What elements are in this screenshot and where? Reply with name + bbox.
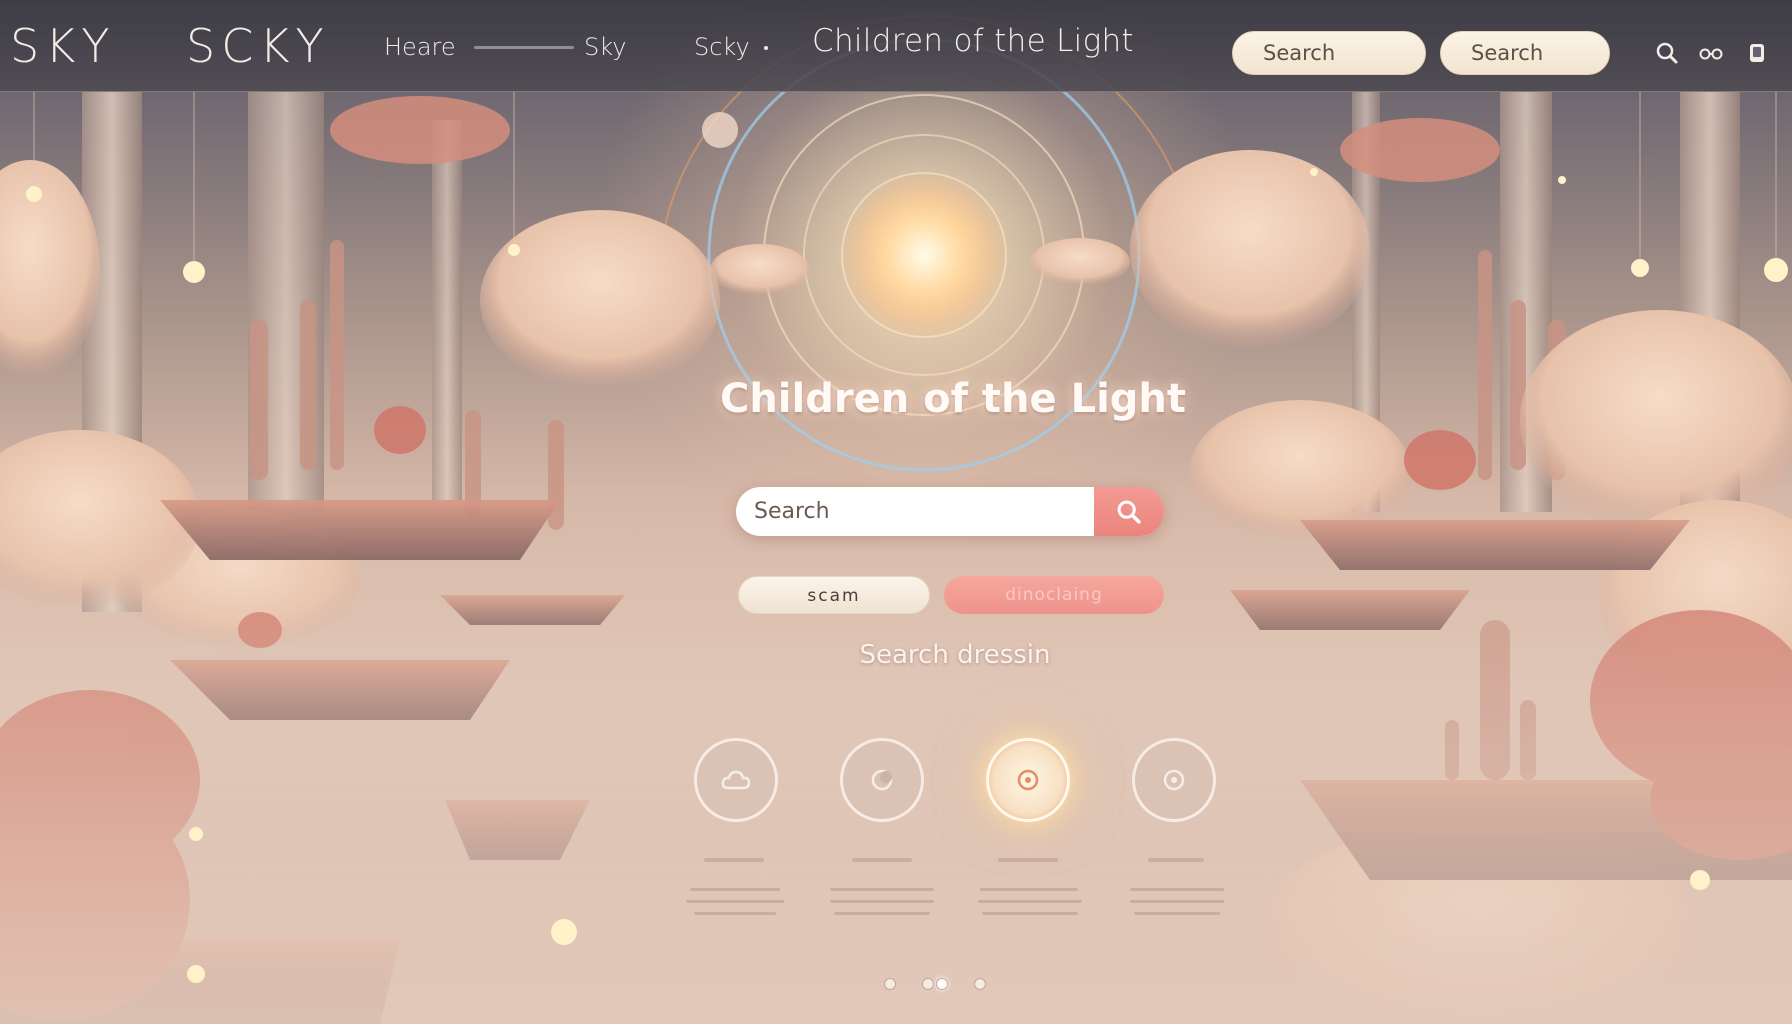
nav-separator <box>474 46 574 49</box>
header-search-pill-2[interactable]: Search <box>1440 31 1610 75</box>
cloud-icon <box>721 770 751 790</box>
pagination-dot[interactable] <box>974 978 986 990</box>
main-search-input[interactable] <box>736 487 1094 536</box>
search-icon[interactable] <box>1652 38 1682 68</box>
pagination-dot[interactable] <box>922 978 934 990</box>
header-title: Children of the Light <box>812 23 1134 59</box>
top-navigation-bar: SKY SCKY Heare Sky Scky Children of the … <box>0 0 1792 92</box>
feature-ring-button[interactable] <box>1132 738 1216 822</box>
nav-item-scky[interactable]: Scky <box>694 30 750 64</box>
ring-icon <box>1163 769 1185 791</box>
search-icon <box>1117 500 1141 524</box>
phone-icon[interactable] <box>1742 38 1772 68</box>
glasses-icon[interactable] <box>1696 38 1726 68</box>
pagination-dot[interactable] <box>884 978 896 990</box>
feature-cloud-button[interactable] <box>694 738 778 822</box>
feature-ring-button-active[interactable] <box>986 738 1070 822</box>
moon-icon <box>871 769 893 791</box>
hero-title: Children of the Light <box>719 376 1187 422</box>
nav-item-sky[interactable]: Sky <box>584 30 626 64</box>
nav-dot <box>764 46 768 50</box>
ring-icon <box>1017 769 1039 791</box>
main-search-bar <box>736 487 1164 536</box>
filter-chip-scam[interactable]: scam <box>738 576 930 614</box>
search-submit-button[interactable] <box>1094 487 1164 536</box>
logo-primary[interactable]: SKY <box>10 18 115 74</box>
feature-description-placeholders <box>686 858 1224 915</box>
carousel-pagination <box>884 978 994 992</box>
logo-secondary[interactable]: SCKY <box>186 18 330 74</box>
header-search-pill-1[interactable]: Search <box>1232 31 1426 75</box>
sub-heading: Search dressin <box>859 640 1051 670</box>
feature-moon-button[interactable] <box>840 738 924 822</box>
filter-chip-dinoclaing[interactable]: dinoclaing <box>944 576 1164 614</box>
pagination-dot-active[interactable] <box>936 978 948 990</box>
nav-item-heare[interactable]: Heare <box>384 30 456 64</box>
